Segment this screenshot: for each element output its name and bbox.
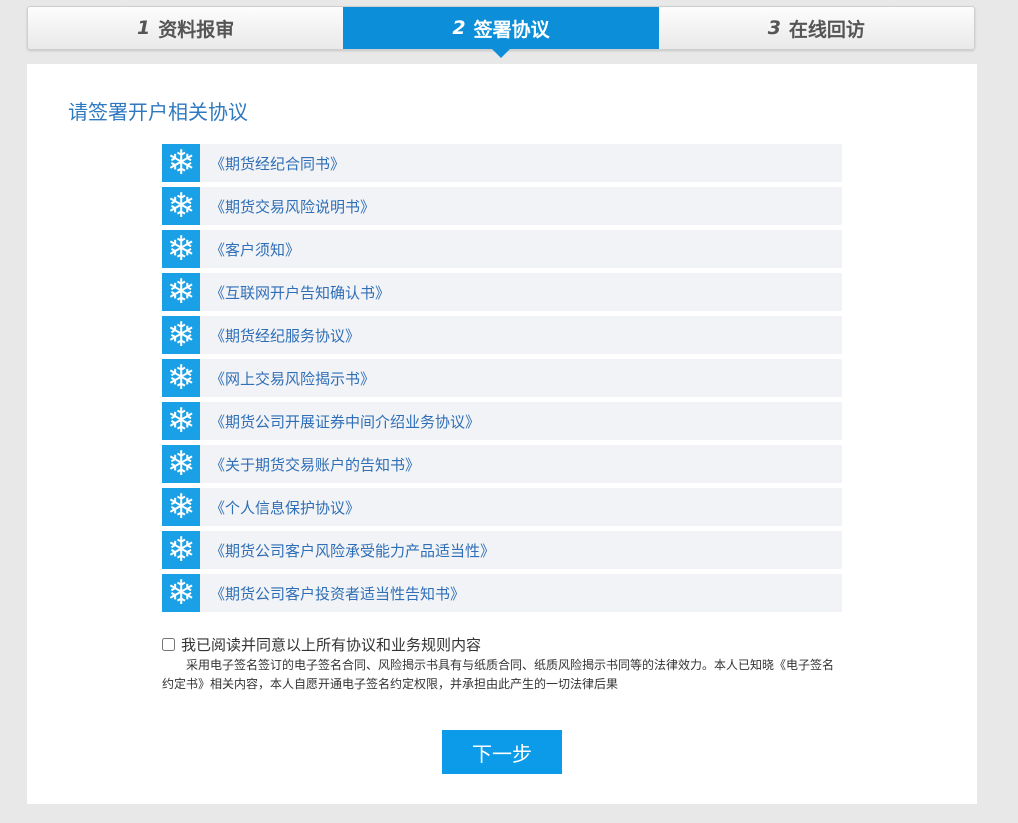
agreement-row: ❄ 《期货经纪服务协议》 [162,316,842,354]
agreement-link[interactable]: 《互联网开户告知确认书》 [210,282,390,303]
agreement-row: ❄ 《期货公司开展证券中间介绍业务协议》 [162,402,842,440]
consent-checkbox[interactable] [162,638,175,651]
next-step-button[interactable]: 下一步 [442,730,562,774]
step-1-label: 资料报审 [158,18,235,41]
agreement-row: ❄ 《网上交易风险揭示书》 [162,359,842,397]
snowflake-glyph: ❄ [166,402,196,440]
step-2-active: 2 签署协议 [343,7,659,58]
step-2-label: 签署协议 [473,18,550,41]
consent-note: 采用电子签名签订的电子签名合同、风险揭示书具有与纸质合同、纸质风险揭示书同等的法… [162,658,835,691]
snowflake-icon: ❄ [162,574,200,612]
snowflake-glyph: ❄ [166,273,196,311]
page-title: 请签署开户相关协议 [68,100,248,124]
agreement-link[interactable]: 《期货公司开展证券中间介绍业务协议》 [210,411,480,432]
agreement-link[interactable]: 《期货公司客户风险承受能力产品适当性》 [210,540,495,561]
agreement-row: ❄ 《关于期货交易账户的告知书》 [162,445,842,483]
agreement-row: ❄ 《个人信息保护协议》 [162,488,842,526]
snowflake-glyph: ❄ [166,445,196,483]
snowflake-glyph: ❄ [166,359,196,397]
snowflake-icon: ❄ [162,488,200,526]
step-1: 1 资料报审 [28,7,343,49]
snowflake-icon: ❄ [162,359,200,397]
snowflake-glyph: ❄ [166,230,196,268]
agreement-link[interactable]: 《关于期货交易账户的告知书》 [210,454,420,475]
snowflake-glyph: ❄ [166,488,196,526]
agreement-link[interactable]: 《客户须知》 [210,239,300,260]
agreement-link[interactable]: 《期货交易风险说明书》 [210,196,375,217]
consent-row[interactable]: 我已阅读并同意以上所有协议和业务规则内容 [162,634,842,655]
snowflake-icon: ❄ [162,230,200,268]
agreement-row: ❄ 《互联网开户告知确认书》 [162,273,842,311]
agreement-link[interactable]: 《个人信息保护协议》 [210,497,360,518]
agreement-link[interactable]: 《期货公司客户投资者适当性告知书》 [210,583,465,604]
step-1-number: 1 [137,17,151,39]
agreement-row: ❄ 《期货公司客户投资者适当性告知书》 [162,574,842,612]
consent-label: 我已阅读并同意以上所有协议和业务规则内容 [181,636,482,654]
agreement-list: ❄ 《期货经纪合同书》 ❄ 《期货交易风险说明书》 ❄ 《客户须知》 ❄ 《互联网开户告知确认… [162,144,842,617]
step-3: 3 在线回访 [659,7,974,49]
snowflake-glyph: ❄ [166,531,196,569]
main-panel: 请签署开户相关协议 ❄ 《期货经纪合同书》 ❄ 《期货交易风险说明书》 ❄ 《客户须知》 ❄… [27,64,977,804]
snowflake-icon: ❄ [162,445,200,483]
snowflake-icon: ❄ [162,144,200,182]
agreement-row: ❄ 《期货交易风险说明书》 [162,187,842,225]
snowflake-glyph: ❄ [166,144,196,182]
snowflake-glyph: ❄ [166,187,196,225]
step-2-number: 2 [452,17,466,39]
snowflake-icon: ❄ [162,402,200,440]
agreement-link[interactable]: 《网上交易风险揭示书》 [210,368,375,389]
snowflake-icon: ❄ [162,273,200,311]
snowflake-icon: ❄ [162,531,200,569]
snowflake-icon: ❄ [162,316,200,354]
step-progress-bar: 1 资料报审 2 签署协议 3 在线回访 [27,6,975,58]
agreement-row: ❄ 《期货公司客户风险承受能力产品适当性》 [162,531,842,569]
snowflake-glyph: ❄ [166,574,196,612]
agreement-row: ❄ 《期货经纪合同书》 [162,144,842,182]
agreement-row: ❄ 《客户须知》 [162,230,842,268]
agreement-link[interactable]: 《期货经纪服务协议》 [210,325,360,346]
step-3-number: 3 [767,17,781,39]
snowflake-icon: ❄ [162,187,200,225]
step-3-label: 在线回访 [788,18,865,41]
snowflake-glyph: ❄ [166,316,196,354]
agreement-link[interactable]: 《期货经纪合同书》 [210,153,345,174]
